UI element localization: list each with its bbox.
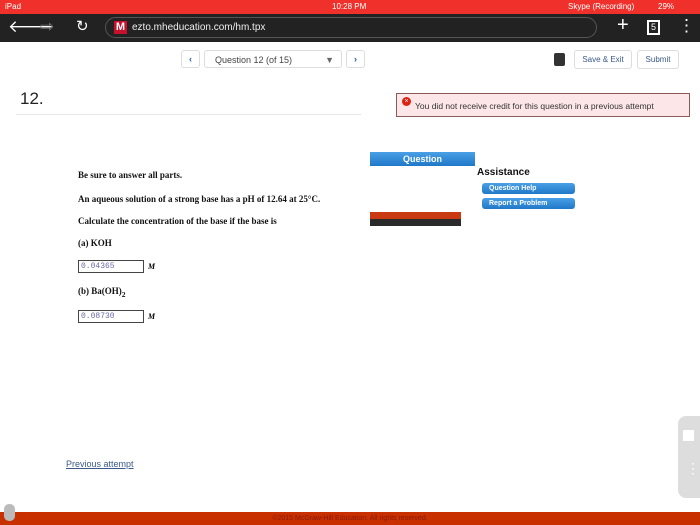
progress-bar-top xyxy=(370,212,461,219)
reload-icon[interactable]: ↻ xyxy=(76,17,89,35)
scroll-handle[interactable] xyxy=(4,504,15,521)
alert-text: You did not receive credit for this ques… xyxy=(415,101,654,111)
instruction-text: Be sure to answer all parts. xyxy=(78,170,183,180)
recording-label: Skype (Recording) xyxy=(568,2,635,11)
progress-bar-bottom xyxy=(370,219,461,226)
task-text: Calculate the concentration of the base … xyxy=(78,216,277,226)
error-icon: × xyxy=(402,97,411,106)
url-text: ezto.mheducation.com/hm.tpx xyxy=(132,22,266,33)
report-problem-button[interactable]: Report a Problem xyxy=(482,198,575,209)
print-icon[interactable] xyxy=(554,53,565,66)
unit-a: M xyxy=(148,262,156,271)
menu-icon[interactable]: ⋮ xyxy=(678,16,695,36)
battery-label: 29% xyxy=(658,2,675,11)
site-logo: M xyxy=(114,21,127,34)
credit-alert: × You did not receive credit for this qu… xyxy=(396,93,690,117)
new-tab-icon[interactable]: + xyxy=(617,14,629,37)
assistance-heading: Assistance xyxy=(477,167,530,178)
submit-button[interactable]: Submit xyxy=(637,50,679,69)
answer-b-input[interactable]: 0.08730 xyxy=(78,310,144,323)
footer: ©2015 McGraw-Hill Education. All rights … xyxy=(0,512,700,525)
question-number: 12. xyxy=(20,89,44,108)
ios-status-bar: iPad 10:28 PM Skype (Recording) 29% xyxy=(0,0,700,14)
clock: 10:28 PM xyxy=(332,2,367,11)
chevron-down-icon: ▼ xyxy=(325,55,334,65)
question-select[interactable]: Question 12 (of 15) ▼ xyxy=(204,50,342,68)
next-question-button[interactable]: › xyxy=(346,50,365,68)
more-icon: ⋮ xyxy=(686,460,700,476)
prev-question-button[interactable]: ‹ xyxy=(181,50,200,68)
address-bar[interactable]: M ezto.mheducation.com/hm.tpx xyxy=(105,17,597,38)
part-b-subscript: 2 xyxy=(121,289,126,299)
save-exit-button[interactable]: Save & Exit xyxy=(574,50,632,69)
tabs-button[interactable]: 5 xyxy=(647,20,660,35)
browser-toolbar: 🡐 ⇨ ↻ M ezto.mheducation.com/hm.tpx + 5 … xyxy=(0,14,700,42)
unit-b: M xyxy=(148,312,156,321)
answer-a-input[interactable]: 0.04365 xyxy=(78,260,144,273)
question-select-value: Question 12 (of 15) xyxy=(215,55,293,65)
part-b-label: (b) Ba(OH)2 xyxy=(78,286,126,299)
prompt-text: An aqueous solution of a strong base has… xyxy=(78,194,321,204)
previous-attempt-link[interactable]: Previous attempt xyxy=(66,459,134,469)
forward-icon[interactable]: ⇨ xyxy=(40,17,54,37)
floating-side-panel[interactable]: ⋮ xyxy=(678,416,700,498)
device-label: iPad xyxy=(5,2,22,11)
part-a-label: (a) KOH xyxy=(78,238,112,248)
copyright-text: ©2015 McGraw-Hill Education. All rights … xyxy=(272,515,428,522)
copy-icon xyxy=(683,430,694,441)
question-help-button[interactable]: Question Help xyxy=(482,183,575,194)
question-tab[interactable]: Question xyxy=(370,152,475,166)
divider xyxy=(16,114,361,115)
part-b-prefix: (b) Ba(OH) xyxy=(78,286,122,296)
